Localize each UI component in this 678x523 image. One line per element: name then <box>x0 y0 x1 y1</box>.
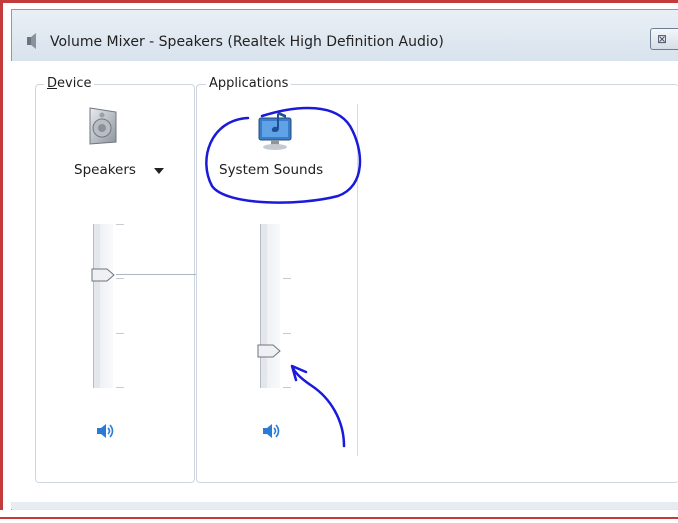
device-group-label-rest: evice <box>57 76 92 91</box>
screenshot-frame-bottom <box>0 517 678 519</box>
speaker-icon <box>27 33 36 49</box>
device-dropdown-arrow-icon[interactable] <box>154 168 164 174</box>
applications-group-label: Applications <box>206 76 292 91</box>
window-footer <box>11 502 678 509</box>
screenshot-frame-left <box>0 0 3 510</box>
close-button[interactable]: ⊠ <box>650 28 678 50</box>
window-title: Volume Mixer - Speakers (Realtek High De… <box>50 34 444 50</box>
app-slider-tick <box>283 278 291 279</box>
app-slider-track-fill <box>266 224 280 388</box>
speaker-device-icon <box>89 107 117 145</box>
device-slider-tick <box>116 278 124 279</box>
system-sounds-volume-icon[interactable] <box>262 422 282 440</box>
device-slider-tick <box>116 387 124 388</box>
screenshot-frame-top <box>0 0 678 3</box>
app-name-system-sounds: System Sounds <box>219 162 324 178</box>
app-slider-track <box>260 224 267 388</box>
device-group-label: Device <box>44 76 95 91</box>
app-slider-tick <box>283 333 291 334</box>
app-slider-thumb[interactable] <box>257 344 281 358</box>
device-name-selector[interactable]: Speakers <box>74 162 136 178</box>
device-slider-tick <box>116 333 124 334</box>
app-slider-tick <box>283 387 291 388</box>
device-slider-thumb[interactable] <box>91 268 115 282</box>
device-slider-track <box>93 224 100 388</box>
device-slider-track-fill <box>99 224 113 388</box>
device-volume-icon[interactable] <box>96 422 116 440</box>
device-slider-tick <box>116 224 124 225</box>
title-bar[interactable]: Volume Mixer - Speakers (Realtek High De… <box>12 10 678 68</box>
application-column-divider <box>357 104 358 456</box>
system-sounds-icon[interactable] <box>253 108 299 152</box>
